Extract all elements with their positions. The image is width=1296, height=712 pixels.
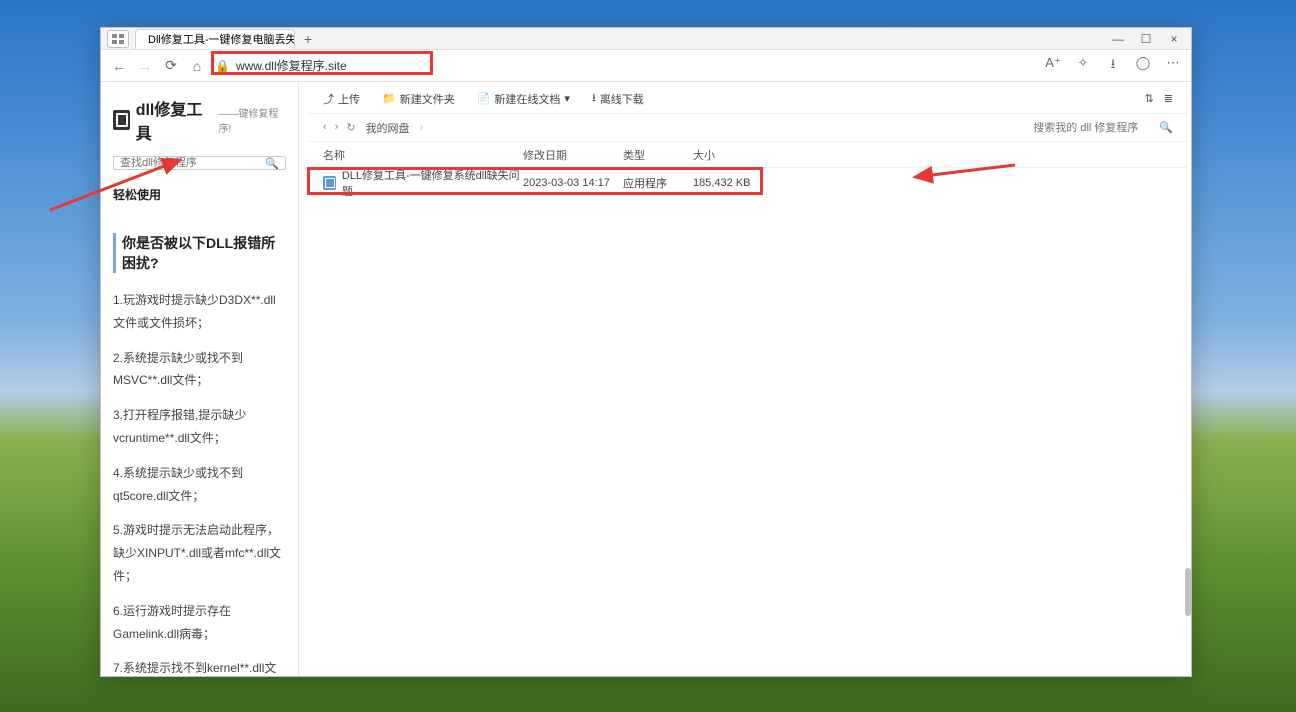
file-name: DLL修复工具-一键修复系统dll缺失问题... (342, 167, 523, 199)
browser-window: Dll修复工具-一键修复电脑丢失D... × + — ☐ × ← → ⟳ ⌂ 🔒… (100, 27, 1192, 677)
window-close-button[interactable]: × (1167, 32, 1181, 46)
bc-refresh-button[interactable]: ↻ (346, 121, 355, 134)
view-controls: ⇅ ≣ (1145, 92, 1173, 105)
breadcrumb-root[interactable]: 我的网盘 (366, 120, 410, 136)
sort-icon[interactable]: ⇅ (1145, 92, 1154, 105)
sidebar-easy-use: 轻松使用 (113, 186, 286, 203)
faq-item: 4.系统提示缺少或找不到qt5core.dll文件； (113, 462, 286, 508)
tab-strip: Dll修复工具-一键修复电脑丢失D... × + (107, 29, 1101, 49)
favorites-button[interactable]: ✧ (1075, 55, 1091, 77)
col-date[interactable]: 修改日期 (523, 147, 623, 163)
file-search-input[interactable] (1033, 122, 1153, 134)
faq-list: 1.玩游戏时提示缺少D3DX**.dll文件或文件损坏； 2.系统提示缺少或找不… (113, 289, 286, 676)
new-online-doc-label: 新建在线文档 (494, 91, 560, 107)
file-toolbar: ⤴ 上传 📁 新建文件夹 📄 新建在线文档 ▾ ⭳ 离线下载 (309, 84, 1187, 114)
search-icon[interactable]: 🔍 (1159, 121, 1173, 134)
table-head: 名称 修改日期 类型 大小 (309, 142, 1187, 168)
file-search[interactable]: 🔍 (1033, 121, 1173, 134)
brand: dll修复工具 ——键修复程序! (113, 96, 286, 144)
window-minimize-button[interactable]: — (1111, 32, 1125, 46)
window-controls: — ☐ × (1101, 32, 1191, 46)
faq-item: 6.运行游戏时提示存在Gamelink.dll病毒； (113, 600, 286, 646)
downloads-button[interactable]: ⭳ (1105, 55, 1121, 77)
upload-button[interactable]: ⤴ 上传 (323, 91, 360, 107)
site-sidebar: dll修复工具 ——键修复程序! 🔍 轻松使用 你是否被以下DLL报错所困扰? … (101, 82, 299, 676)
back-button[interactable]: ← (111, 58, 127, 74)
window-maximize-button[interactable]: ☐ (1139, 32, 1153, 46)
browser-tab[interactable]: Dll修复工具-一键修复电脑丢失D... × (135, 29, 295, 49)
brand-title: dll修复工具 (136, 96, 213, 144)
bc-forward-button[interactable]: › (335, 121, 339, 134)
col-type[interactable]: 类型 (623, 147, 693, 163)
chevron-down-icon: ▾ (564, 92, 570, 105)
faq-heading: 你是否被以下DLL报错所困扰? (113, 233, 286, 273)
sidebar-search-input[interactable] (120, 157, 279, 169)
toolbar-right-icons: A⁺ ✧ ⭳ ◯ ⋯ (1045, 55, 1181, 77)
faq-item: 3.打开程序报错,提示缺少vcruntime**.dll文件； (113, 404, 286, 450)
url-text: www.dll修复程序.site (236, 57, 347, 74)
tab-hub-button[interactable] (107, 30, 129, 48)
page-content: dll修复工具 ——键修复程序! 🔍 轻松使用 你是否被以下DLL报错所困扰? … (101, 82, 1191, 676)
main-panel: ⤴ 上传 📁 新建文件夹 📄 新建在线文档 ▾ ⭳ 离线下载 (299, 82, 1191, 676)
offline-download-button[interactable]: ⭳ 离线下载 (592, 89, 644, 108)
forward-button[interactable]: → (137, 58, 153, 74)
brand-icon (113, 110, 130, 130)
profile-button[interactable]: ◯ (1135, 55, 1151, 77)
scrollbar-thumb[interactable] (1185, 568, 1191, 616)
doc-icon: 📄 (477, 92, 491, 105)
bc-back-button[interactable]: ‹ (323, 121, 327, 134)
bc-nav: ‹ › ↻ (323, 121, 356, 134)
list-view-icon[interactable]: ≣ (1164, 92, 1173, 105)
file-size: 185,432 KB (693, 177, 773, 189)
upload-icon: ⤴ (323, 91, 334, 107)
address-bar[interactable]: 🔒 www.dll修复程序.site (215, 57, 1035, 74)
browser-titlebar: Dll修复工具-一键修复电脑丢失D... × + — ☐ × (101, 28, 1191, 50)
more-button[interactable]: ⋯ (1165, 55, 1181, 77)
faq-item: 5.游戏时提示无法启动此程序，缺少XINPUT*.dll或者mfc**.dll文… (113, 519, 286, 587)
new-tab-button[interactable]: + (299, 31, 317, 47)
cloud-file-panel: ⤴ 上传 📁 新建文件夹 📄 新建在线文档 ▾ ⭳ 离线下载 (309, 84, 1187, 672)
download-icon: ⭳ (592, 89, 596, 108)
lock-icon: 🔒 (215, 59, 230, 73)
read-aloud-button[interactable]: A⁺ (1045, 55, 1061, 77)
col-name[interactable]: 名称 (323, 147, 523, 163)
file-type: 应用程序 (623, 175, 693, 191)
col-size[interactable]: 大小 (693, 147, 773, 163)
sidebar-search[interactable]: 🔍 (113, 156, 286, 170)
faq-item: 2.系统提示缺少或找不到MSVC**.dll文件； (113, 347, 286, 393)
tab-title: Dll修复工具-一键修复电脑丢失D... (148, 31, 295, 47)
breadcrumb-row: ‹ › ↻ 我的网盘 › 🔍 (309, 114, 1187, 142)
new-folder-label: 新建文件夹 (400, 91, 455, 107)
file-icon (323, 176, 336, 190)
new-online-doc-button[interactable]: 📄 新建在线文档 ▾ (477, 91, 570, 107)
faq-item: 1.玩游戏时提示缺少D3DX**.dll文件或文件损坏； (113, 289, 286, 335)
search-icon[interactable]: 🔍 (265, 157, 279, 170)
breadcrumb-sep: › (420, 122, 424, 134)
offline-download-label: 离线下载 (600, 91, 644, 107)
home-button[interactable]: ⌂ (189, 58, 205, 74)
faq-item: 7.系统提示找不到kernel**.dll文件； (113, 657, 286, 676)
folder-icon: 📁 (382, 92, 396, 105)
new-folder-button[interactable]: 📁 新建文件夹 (382, 91, 455, 107)
brand-subtitle: ——键修复程序! (218, 105, 286, 135)
table-row[interactable]: DLL修复工具-一键修复系统dll缺失问题... 2023-03-03 14:1… (309, 168, 1187, 198)
file-date: 2023-03-03 14:17 (523, 177, 623, 189)
refresh-button[interactable]: ⟳ (163, 57, 179, 74)
upload-label: 上传 (338, 91, 360, 107)
browser-toolbar: ← → ⟳ ⌂ 🔒 www.dll修复程序.site A⁺ ✧ ⭳ ◯ ⋯ (101, 50, 1191, 82)
